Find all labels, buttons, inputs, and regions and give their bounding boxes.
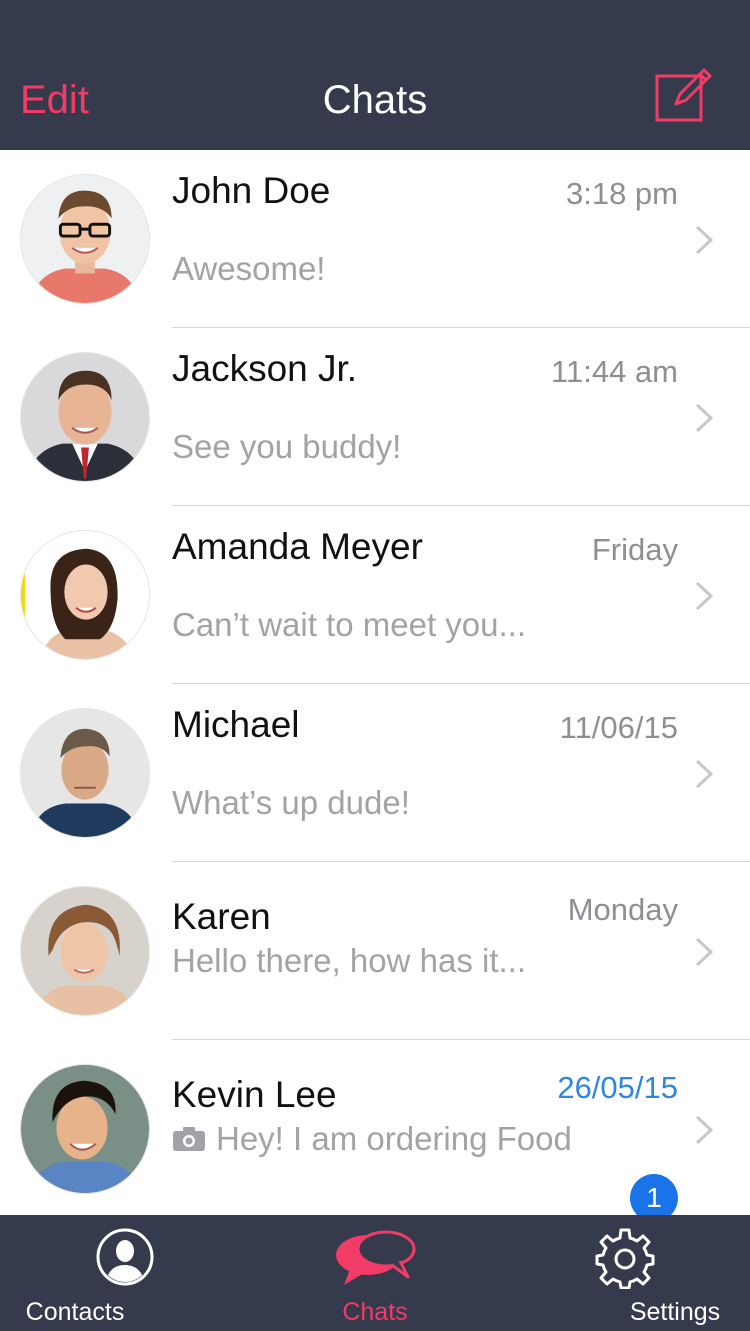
tab-bar: Contacts Chats Settings bbox=[0, 1215, 750, 1331]
chat-preview: Hello there, how has it... bbox=[172, 942, 527, 979]
chevron-right-icon bbox=[694, 402, 714, 434]
chevron-right-icon bbox=[694, 1114, 714, 1146]
contacts-icon bbox=[95, 1227, 155, 1292]
camera-icon bbox=[172, 1122, 206, 1160]
chat-row-jackson-jr[interactable]: Jackson Jr. 11:44 am See you buddy! bbox=[0, 328, 750, 506]
chat-row-michael[interactable]: Michael 11/06/15 What’s up dude! bbox=[0, 684, 750, 862]
chat-preview: Can’t wait to meet you... bbox=[172, 606, 526, 643]
chat-name: Michael bbox=[172, 704, 300, 745]
chat-row-kevin-lee[interactable]: Kevin Lee 26/05/15 Hey! I am ordering Fo… bbox=[0, 1040, 750, 1222]
chevron-right-icon bbox=[694, 580, 714, 612]
chat-timestamp: 3:18 pm bbox=[565, 176, 678, 211]
chat-timestamp: 26/05/15 bbox=[557, 1070, 678, 1105]
chevron-right-icon bbox=[694, 936, 714, 968]
chat-preview: See you buddy! bbox=[172, 428, 402, 465]
chat-timestamp: Friday bbox=[591, 532, 678, 567]
tab-label: Contacts bbox=[25, 1298, 125, 1326]
tab-label: Chats bbox=[342, 1298, 408, 1326]
chat-name: Amanda Meyer bbox=[172, 526, 423, 567]
chat-preview-text: Hey! I am ordering Food bbox=[216, 1120, 572, 1157]
chat-list: John Doe 3:18 pm Awesome! Jackson Jr. 11… bbox=[0, 150, 750, 1222]
chat-bubbles-icon bbox=[332, 1227, 418, 1294]
tab-settings[interactable]: Settings bbox=[500, 1215, 750, 1331]
chat-name: Kevin Lee bbox=[172, 1074, 337, 1115]
tab-chats[interactable]: Chats bbox=[250, 1215, 500, 1331]
chevron-right-icon bbox=[694, 758, 714, 790]
chat-row-karen[interactable]: Karen Monday Hello there, how has it... bbox=[0, 862, 750, 1040]
chat-timestamp: Monday bbox=[567, 892, 678, 927]
chat-timestamp: 11:44 am bbox=[551, 354, 678, 389]
avatar bbox=[20, 708, 150, 838]
chat-name: Karen bbox=[172, 896, 271, 937]
chat-name: Jackson Jr. bbox=[172, 348, 358, 389]
avatar bbox=[20, 174, 150, 304]
chat-timestamp: 11/06/15 bbox=[559, 710, 678, 745]
gear-icon bbox=[594, 1227, 656, 1294]
compose-icon[interactable] bbox=[654, 66, 716, 126]
tab-contacts[interactable]: Contacts bbox=[0, 1215, 250, 1331]
avatar bbox=[20, 886, 150, 1016]
chat-row-john-doe[interactable]: John Doe 3:18 pm Awesome! bbox=[0, 150, 750, 328]
avatar bbox=[20, 352, 150, 482]
chat-preview: What’s up dude! bbox=[172, 784, 410, 821]
page-title: Chats bbox=[322, 78, 428, 122]
chevron-right-icon bbox=[694, 224, 714, 256]
chat-row-amanda-meyer[interactable]: Amanda Meyer Friday Can’t wait to meet y… bbox=[0, 506, 750, 684]
navigation-bar: Edit Chats bbox=[0, 0, 750, 150]
chat-preview: Hey! I am ordering Food bbox=[172, 1120, 572, 1160]
chat-preview: Awesome! bbox=[172, 250, 326, 287]
chat-name: John Doe bbox=[172, 170, 331, 211]
avatar bbox=[20, 1064, 150, 1194]
tab-label: Settings bbox=[629, 1298, 721, 1326]
avatar bbox=[20, 530, 150, 660]
